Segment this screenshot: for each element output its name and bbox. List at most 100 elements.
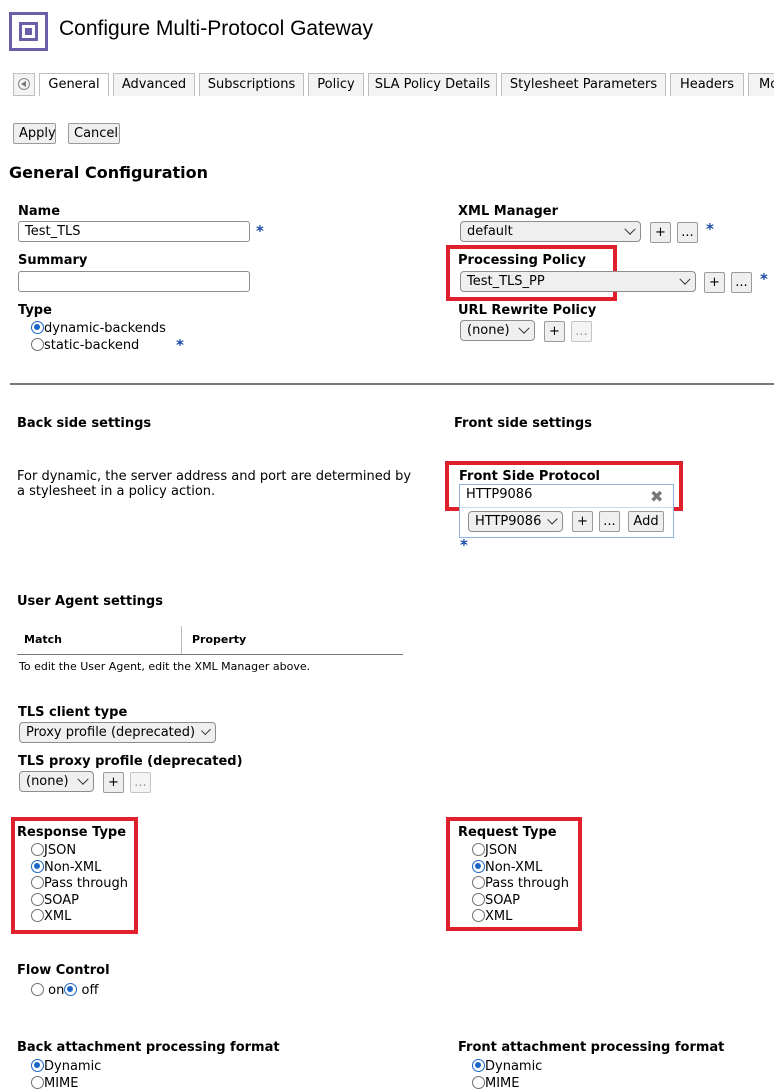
front-attachment-option-dynamic[interactable]: Dynamic xyxy=(472,1059,542,1076)
tab-advanced[interactable]: Advanced xyxy=(113,73,195,96)
column-property: Property xyxy=(192,633,246,646)
back-attachment-label: Back attachment processing format xyxy=(17,1040,280,1055)
tab-more[interactable]: Mo xyxy=(748,73,774,96)
response-option-json[interactable]: JSON xyxy=(31,843,128,860)
url-rewrite-label: URL Rewrite Policy xyxy=(458,303,596,318)
back-side-title: Back side settings xyxy=(17,416,151,431)
radio-selected-icon[interactable] xyxy=(472,860,485,873)
column-match: Match xyxy=(24,633,62,646)
front-attachment-radio-group: Dynamic MIME xyxy=(472,1059,542,1092)
radio-icon[interactable] xyxy=(31,1076,44,1089)
xml-manager-add-button[interactable]: + xyxy=(650,222,671,243)
section-divider xyxy=(10,383,774,385)
radio-icon[interactable] xyxy=(472,876,485,889)
cancel-button[interactable]: Cancel xyxy=(68,123,120,144)
tab-stylesheet-parameters[interactable]: Stylesheet Parameters xyxy=(501,73,666,96)
type-option-dynamic[interactable]: dynamic-backends xyxy=(31,321,166,338)
processing-policy-select[interactable]: Test_TLS_PP xyxy=(460,271,696,292)
xml-manager-edit-button[interactable]: ... xyxy=(677,222,698,243)
response-type-label: Response Type xyxy=(17,825,126,840)
processing-policy-required-marker: * xyxy=(760,270,768,288)
response-option-soap[interactable]: SOAP xyxy=(31,893,128,910)
tls-proxy-profile-add-button[interactable]: + xyxy=(103,772,124,793)
list-divider xyxy=(460,507,673,508)
processing-policy-label: Processing Policy xyxy=(458,253,586,268)
processing-policy-edit-button[interactable]: ... xyxy=(731,272,752,293)
front-side-protocol-label: Front Side Protocol xyxy=(459,469,600,484)
radio-icon[interactable] xyxy=(31,338,44,351)
front-side-protocol-select[interactable]: HTTP9086 xyxy=(468,511,563,532)
tab-policy[interactable]: Policy xyxy=(308,73,364,96)
xml-manager-label: XML Manager xyxy=(458,204,558,219)
radio-selected-icon[interactable] xyxy=(31,321,44,334)
column-separator xyxy=(181,626,182,654)
summary-field[interactable] xyxy=(18,271,250,292)
radio-icon[interactable] xyxy=(31,876,44,889)
flow-control-option-off[interactable]: off xyxy=(64,983,98,998)
front-side-required-marker: * xyxy=(460,536,468,554)
xml-manager-required-marker: * xyxy=(706,220,714,238)
front-side-new-button[interactable]: + xyxy=(572,511,593,532)
type-option-static[interactable]: static-backend xyxy=(31,338,166,355)
chevron-down-icon xyxy=(201,725,211,735)
response-option-pass-through[interactable]: Pass through xyxy=(31,876,128,893)
tab-sla-policy-details[interactable]: SLA Policy Details xyxy=(368,73,497,96)
response-option-non-xml[interactable]: Non-XML xyxy=(31,860,128,877)
request-option-pass-through[interactable]: Pass through xyxy=(472,876,569,893)
radio-icon[interactable] xyxy=(31,893,44,906)
app-logo-icon xyxy=(9,12,48,51)
remove-icon[interactable]: ✖ xyxy=(650,487,663,506)
front-attachment-option-mime[interactable]: MIME xyxy=(472,1076,542,1092)
flow-control-radio-group: on off xyxy=(31,983,98,1000)
radio-icon[interactable] xyxy=(472,909,485,922)
front-side-title: Front side settings xyxy=(454,416,592,431)
type-radio-group: dynamic-backends static-backend xyxy=(31,321,166,354)
back-attachment-option-mime[interactable]: MIME xyxy=(31,1076,101,1092)
radio-icon[interactable] xyxy=(31,843,44,856)
flow-control-label: Flow Control xyxy=(17,963,110,978)
tab-general[interactable]: General xyxy=(39,73,109,96)
radio-icon[interactable] xyxy=(472,893,485,906)
chevron-down-icon xyxy=(679,273,690,284)
request-option-json[interactable]: JSON xyxy=(472,843,569,860)
response-option-xml[interactable]: XML xyxy=(31,909,128,926)
radio-icon[interactable] xyxy=(31,983,44,996)
tls-client-type-select[interactable]: Proxy profile (deprecated) xyxy=(19,722,216,743)
request-option-soap[interactable]: SOAP xyxy=(472,893,569,910)
type-label: Type xyxy=(18,303,52,318)
tab-subscriptions[interactable]: Subscriptions xyxy=(199,73,304,96)
radio-selected-icon[interactable] xyxy=(64,983,77,996)
radio-selected-icon[interactable] xyxy=(472,1059,485,1072)
back-attachment-radio-group: Dynamic MIME xyxy=(31,1059,101,1092)
summary-label: Summary xyxy=(18,253,87,268)
radio-icon[interactable] xyxy=(472,1076,485,1089)
radio-selected-icon[interactable] xyxy=(31,1059,44,1072)
request-option-xml[interactable]: XML xyxy=(472,909,569,926)
name-label: Name xyxy=(18,204,60,219)
user-agent-note: To edit the User Agent, edit the XML Man… xyxy=(19,660,310,673)
front-side-add-button[interactable]: Add xyxy=(628,511,664,532)
name-field[interactable]: Test_TLS xyxy=(18,221,250,242)
url-rewrite-edit-button[interactable]: ... xyxy=(571,321,592,342)
radio-selected-icon[interactable] xyxy=(31,860,44,873)
flow-control-option-on[interactable]: on xyxy=(31,983,64,998)
front-side-protocol-entry[interactable]: HTTP9086 xyxy=(466,487,532,502)
tab-headers[interactable]: Headers xyxy=(670,73,744,96)
user-agent-title: User Agent settings xyxy=(17,594,163,609)
tls-proxy-profile-edit-button[interactable]: ... xyxy=(130,772,151,793)
request-option-non-xml[interactable]: Non-XML xyxy=(472,860,569,877)
chevron-down-icon xyxy=(548,513,558,523)
url-rewrite-select[interactable]: (none) xyxy=(460,320,535,341)
apply-button[interactable]: Apply xyxy=(13,123,56,144)
back-attachment-option-dynamic[interactable]: Dynamic xyxy=(31,1059,101,1076)
xml-manager-select[interactable]: default xyxy=(460,221,641,242)
tls-client-type-label: TLS client type xyxy=(18,705,127,720)
radio-icon[interactable] xyxy=(472,843,485,856)
page-title: Configure Multi-Protocol Gateway xyxy=(59,17,373,41)
processing-policy-add-button[interactable]: + xyxy=(704,272,725,293)
tls-proxy-profile-select[interactable]: (none) xyxy=(19,771,94,792)
radio-icon[interactable] xyxy=(31,909,44,922)
front-side-edit-button[interactable]: ... xyxy=(599,511,620,532)
url-rewrite-add-button[interactable]: + xyxy=(544,321,565,342)
tab-scroll-left-button[interactable] xyxy=(13,73,35,96)
